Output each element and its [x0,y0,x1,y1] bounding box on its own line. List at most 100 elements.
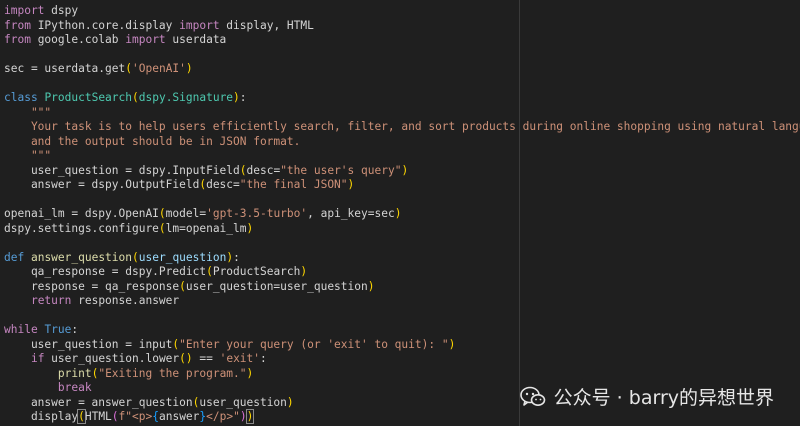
code-token: user_question [138,250,227,264]
code-token: display [4,410,79,423]
code-line[interactable]: """ [4,106,800,121]
code-line[interactable] [4,193,800,208]
code-token: answer = answer_question [4,395,193,409]
code-token: and the output should be in JSON format. [4,134,301,148]
code-line[interactable]: """ [4,149,800,164]
code-line[interactable] [4,77,800,92]
code-line[interactable]: print("Exiting the program.") [4,367,800,382]
code-token: ProductSearch [44,91,132,104]
code-token: IPython.core.display [30,18,180,32]
code-token: 'exit' [219,352,261,365]
code-line[interactable]: answer = dspy.OutputField(desc="the fina… [4,178,800,193]
code-token: ) [347,178,355,191]
watermark-text: 公众号 · barry的异想世界 [553,387,774,409]
code-token: "the user's query" [280,163,402,177]
code-token: f"<p> [118,410,153,423]
code-line[interactable]: def answer_question(user_question): [4,251,800,266]
code-token: HTML [84,410,112,423]
code-line[interactable]: qa_response = dspy.Predict(ProductSearch… [4,265,800,280]
code-editor[interactable]: import dspy from IPython.core.display imp… [0,0,800,426]
code-token: if [30,352,45,365]
code-token: 'gpt-3.5-turbo' [206,207,308,220]
code-line[interactable]: dspy.settings.configure(lm=openai_lm) [4,222,800,237]
code-token: { [152,410,159,423]
code-token: import [125,33,166,46]
code-token: response = qa_response [4,279,180,293]
code-line[interactable]: import dspy [4,4,800,19]
code-token: user_question=user_question [185,279,368,293]
code-token: lm=openai_lm [165,221,247,235]
code-line[interactable]: sec = userdata.get('OpenAI') [4,62,800,77]
code-token: from [4,33,31,46]
code-token: , api_key=sec [307,207,395,220]
code-token: ( [111,410,119,423]
code-lines[interactable]: import dspy from IPython.core.display imp… [4,4,800,425]
code-token: ) [401,163,409,177]
code-line[interactable]: openai_lm = dspy.OpenAI(model='gpt-3.5-t… [4,207,800,222]
code-token: userdata [165,33,227,46]
code-token: answer_question [30,250,133,264]
code-token: True [44,323,72,336]
code-token: "Exiting the program." [98,366,247,380]
code-token: user_question [199,395,287,409]
code-line[interactable] [4,48,800,63]
code-token: ) [300,265,308,278]
code-line[interactable]: display(HTML(f"<p>{answer}</p>")) [4,409,800,425]
code-token: == [192,352,220,365]
code-token: google.colab [30,33,126,46]
code-token: dspy [44,4,79,17]
code-token: """ [4,149,52,162]
code-token: ) [233,91,240,104]
code-token: () [179,352,193,365]
code-token: model= [165,207,207,220]
code-line[interactable] [4,309,800,324]
code-token: sec = userdata.get [4,62,126,75]
code-line[interactable]: if user_question.lower() == 'exit': [4,352,800,367]
code-token: ( [77,409,86,424]
code-token: import [179,18,220,32]
code-line[interactable]: response = qa_response(user_question=use… [4,280,800,295]
code-line[interactable]: and the output should be in JSON format. [4,135,800,150]
code-token: qa_response = dspy.Predict [4,265,207,278]
code-token: : [71,323,79,336]
code-token: 'OpenAI' [132,62,186,75]
code-token: dspy.settings.configure [4,221,159,235]
code-token: answer = dspy.OutputField [4,178,200,191]
code-token: return [30,294,72,307]
code-line[interactable]: return response.answer [4,294,800,309]
code-line[interactable]: while True: [4,323,800,338]
code-token: desc= [206,178,240,191]
code-token: ) [246,366,254,380]
code-token: ( [132,91,139,104]
code-token: ( [158,207,166,220]
code-token: """ [4,105,52,119]
code-token: ( [158,221,166,235]
code-token: user_question.lower [44,352,180,365]
code-token: ) [394,207,402,220]
code-line[interactable]: from IPython.core.display import display… [4,19,800,34]
code-token: Your task is to help users efficiently s… [4,120,800,133]
code-line[interactable]: user_question = input("Enter your query … [4,338,800,353]
code-line[interactable]: class ProductSearch(dspy.Signature): [4,91,800,106]
code-line[interactable]: user_question = dspy.InputField(desc="th… [4,164,800,179]
code-token: ProductSearch [212,265,301,278]
code-line[interactable]: Your task is to help users efficiently s… [4,120,800,135]
code-token: class [4,91,38,104]
code-token: print [57,366,92,380]
code-line[interactable] [4,236,800,251]
watermark: 公众号 · barry的异想世界 [519,383,774,410]
code-token: ( [132,250,139,264]
code-token: openai_lm = dspy.OpenAI [4,207,159,220]
code-token: user_question = dspy.InputField [4,163,240,177]
code-token: "Enter your query (or 'exit' to quit): " [179,337,449,351]
code-token: ) [245,409,255,424]
wechat-icon [519,386,545,406]
code-token: ) [367,279,375,293]
code-line[interactable]: from google.colab import userdata [4,33,800,48]
code-token: from [4,18,31,32]
